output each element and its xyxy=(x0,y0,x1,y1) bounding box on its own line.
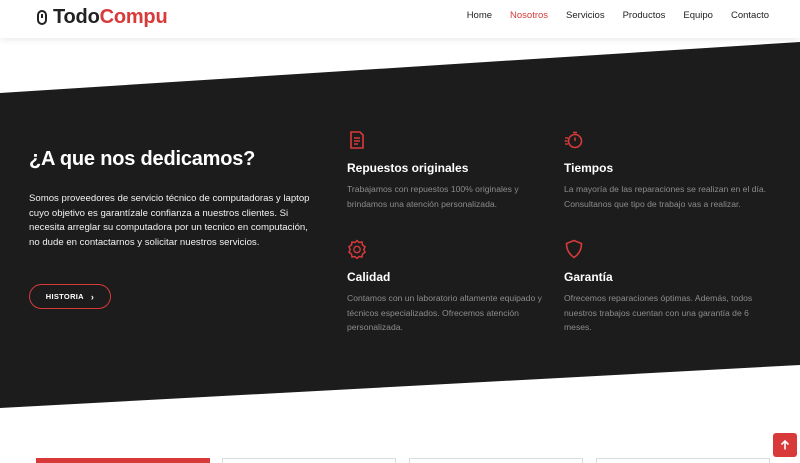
feature-title: Repuestos originales xyxy=(347,161,469,175)
back-to-top-button[interactable] xyxy=(773,433,797,457)
section-description: Somos proveedores de servicio técnico de… xyxy=(29,193,310,249)
chevron-right-icon: › xyxy=(90,291,95,302)
feature-title: Calidad xyxy=(347,270,391,284)
feature-text: La mayoría de las reparaciones se realiz… xyxy=(564,184,767,209)
nav-contacto[interactable]: Contacto xyxy=(731,10,769,21)
service-card[interactable] xyxy=(222,458,396,463)
feature-text: Contamos con un laboratorio altamente eq… xyxy=(347,293,542,333)
history-button-label: HISTORIA xyxy=(45,292,84,301)
arrow-up-icon xyxy=(780,439,790,450)
service-card[interactable] xyxy=(596,458,770,463)
service-card[interactable] xyxy=(409,458,583,463)
service-card[interactable] xyxy=(36,458,210,463)
badge-icon xyxy=(348,239,366,259)
feature-text: Trabajamos con repuestos 100% originales… xyxy=(347,184,519,209)
stopwatch-icon xyxy=(564,131,583,149)
nav-equipo[interactable]: Equipo xyxy=(683,10,713,21)
site-header: TodoCompu Home Nosotros Servicios Produc… xyxy=(0,0,800,38)
nav-productos[interactable]: Productos xyxy=(623,10,666,21)
feature-title: Garantía xyxy=(564,270,613,284)
brand-logo[interactable]: TodoCompu xyxy=(37,4,168,30)
history-button[interactable]: HISTORIA › xyxy=(29,284,111,309)
brand-name: TodoCompu xyxy=(53,5,168,29)
feature-text: Ofrecemos reparaciones óptimas. Además, … xyxy=(564,293,753,333)
brand-name-part2: Compu xyxy=(99,5,168,28)
nav-home[interactable]: Home xyxy=(467,10,492,21)
nav-nosotros[interactable]: Nosotros xyxy=(510,10,548,21)
shield-icon xyxy=(565,239,583,259)
document-icon xyxy=(350,131,364,149)
brand-name-part1: Todo xyxy=(53,5,100,28)
main-nav: Home Nosotros Servicios Productos Equipo… xyxy=(449,10,769,21)
mouse-icon xyxy=(37,9,47,25)
feature-title: Tiempos xyxy=(564,161,614,175)
nav-servicios[interactable]: Servicios xyxy=(566,10,605,21)
section-title: ¿A que nos dedicamos? xyxy=(29,148,256,170)
